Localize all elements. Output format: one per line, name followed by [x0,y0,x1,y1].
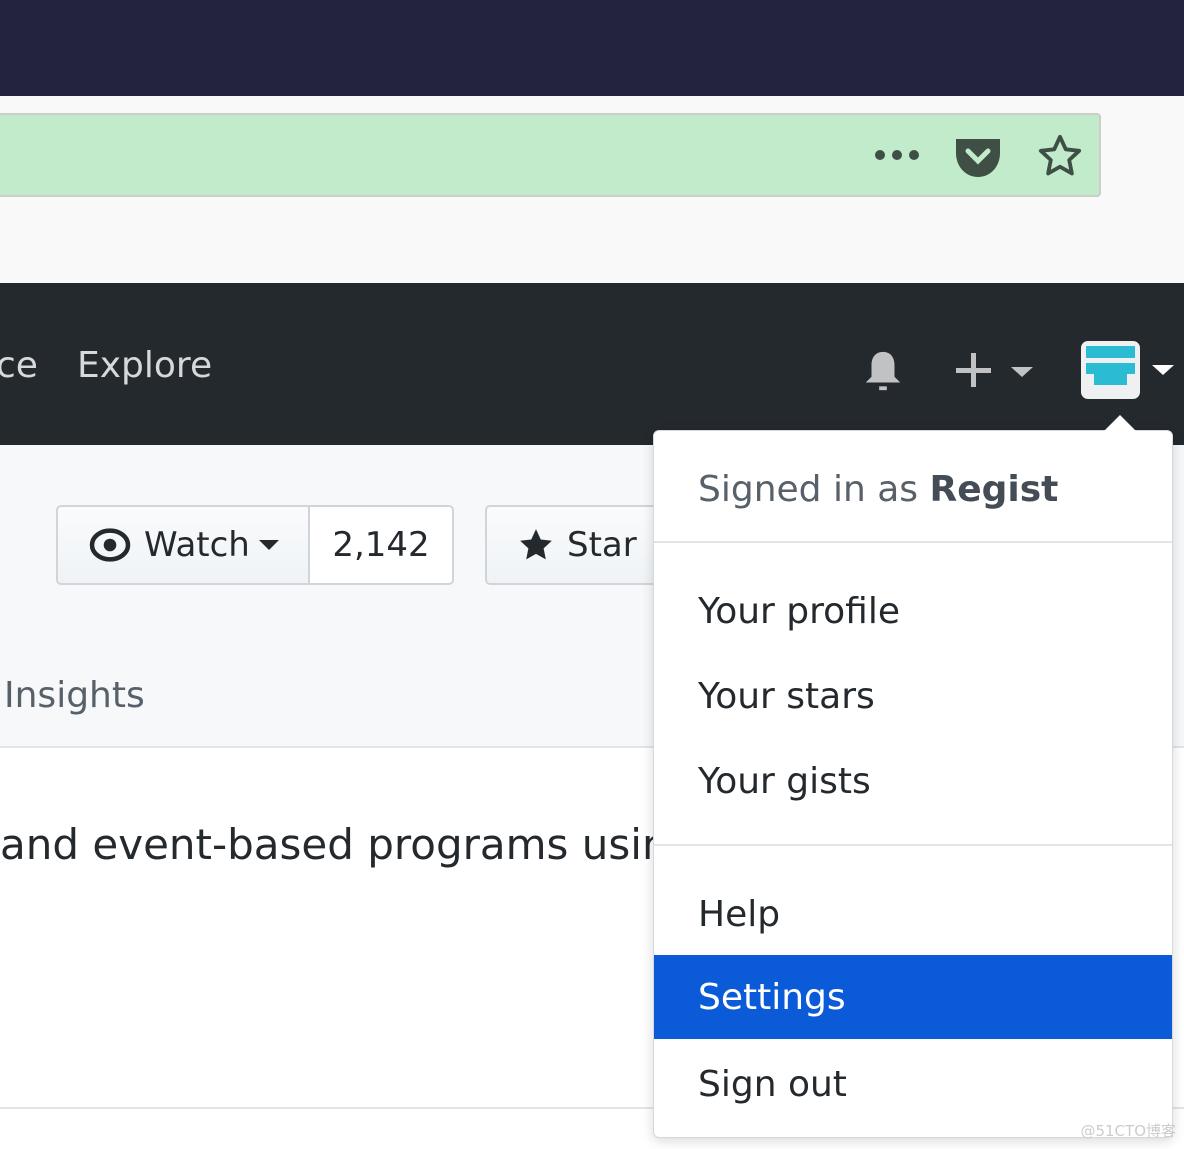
username: Regist [929,468,1059,510]
menu-item-your-gists[interactable]: Your gists [654,739,1172,823]
bell-icon[interactable] [860,347,906,395]
avatar[interactable] [1081,341,1140,399]
browser-titlebar [0,0,1184,96]
user-dropdown-menu: Signed in as Regist Your profile Your st… [653,415,1173,1138]
menu-item-settings[interactable]: Settings [654,955,1172,1039]
signed-in-as: Signed in as Regist [698,468,1059,510]
chevron-down-icon [1152,365,1174,375]
nav-link-explore[interactable]: Explore [77,345,212,386]
menu-item-sign-out[interactable]: Sign out [654,1042,1172,1126]
repo-description: and event-based programs using [0,820,696,869]
site-header: ce Explore [0,283,1184,445]
tab-insights[interactable]: Insights [4,675,145,716]
watch-count[interactable]: 2,142 [308,505,454,585]
pocket-icon[interactable] [954,135,1002,179]
divider [654,541,1172,543]
watch-button[interactable]: Watch [56,505,310,585]
star-icon [520,529,552,560]
dropdown-caret [1102,415,1138,433]
divider [654,844,1172,846]
star-label: Star [567,525,637,565]
menu-item-your-profile[interactable]: Your profile [654,569,1172,653]
caret-down-icon [258,540,279,550]
eye-icon [89,528,131,562]
watch-label: Watch [144,525,250,565]
url-bar[interactable] [0,113,1101,197]
watermark: @51CTO博客 [1080,1122,1176,1140]
nav-link-partial[interactable]: ce [0,345,38,386]
ellipsis-icon[interactable] [872,147,922,163]
menu-item-your-stars[interactable]: Your stars [654,654,1172,738]
menu-item-help[interactable]: Help [654,872,1172,956]
star-outline-icon[interactable] [1036,133,1084,179]
plus-icon[interactable] [955,351,1037,391]
